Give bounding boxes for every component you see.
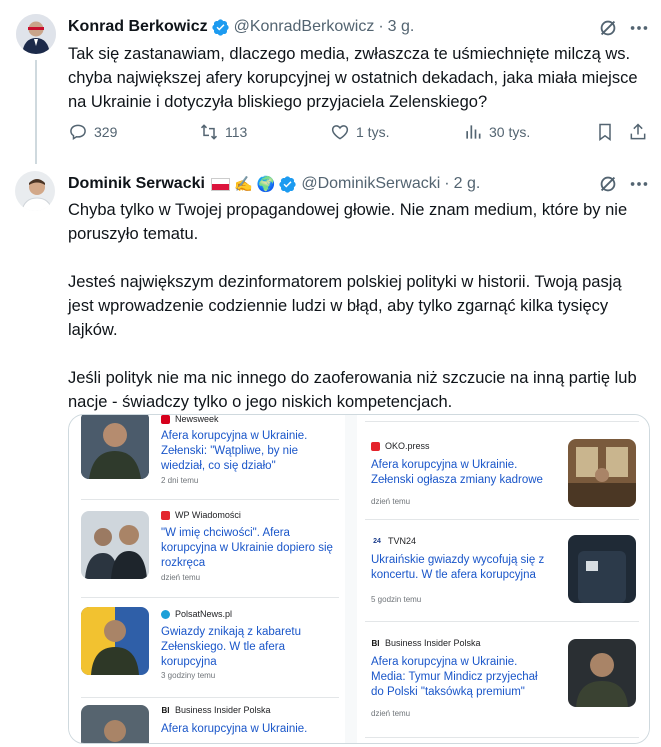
- views-count: 30 tys.: [489, 124, 531, 140]
- divider: [81, 697, 339, 698]
- paragraph: Chyba tylko w Twojej propagandowej głowi…: [68, 201, 628, 243]
- news-card[interactable]: BI Business Insider Polska Afera korupcyj…: [69, 699, 345, 743]
- grok-icon[interactable]: [597, 173, 619, 195]
- news-card[interactable]: BI Business Insider Polska Afera korupcyj…: [357, 623, 649, 733]
- news-age: dzień temu: [371, 497, 411, 506]
- thread-line: [35, 60, 37, 164]
- news-thumbnail: [568, 439, 636, 507]
- views-button[interactable]: 30 tys.: [463, 122, 530, 142]
- news-source: 24 TVN24: [371, 536, 416, 546]
- divider: [365, 519, 639, 520]
- news-thumbnail: [568, 535, 636, 603]
- news-age: dzień temu: [161, 573, 201, 582]
- news-thumbnail: [81, 607, 149, 675]
- source-logo-icon: 24: [373, 537, 381, 545]
- source-logo-icon: [371, 441, 380, 451]
- news-source: PolsatNews.pl: [161, 609, 232, 619]
- source-logo-icon: [161, 609, 170, 619]
- news-headline[interactable]: Afera korupcyjna w Ukrainie. Zełenski: "…: [161, 429, 333, 474]
- author-name[interactable]: Dominik Serwacki: [68, 175, 205, 193]
- tweet-header: Konrad Berkowicz @KonradBerkowicz · 3 g.: [68, 16, 414, 38]
- paragraph: Jeśli polityk nie ma nic innego do zaofe…: [68, 369, 637, 411]
- author-name[interactable]: Konrad Berkowicz: [68, 18, 208, 36]
- heart-icon: [331, 125, 349, 140]
- divider: [81, 597, 339, 598]
- source-logo-icon: BI: [371, 638, 380, 648]
- attached-image[interactable]: Newsweek Afera korupcyjna w Ukrainie. Ze…: [68, 414, 650, 744]
- timestamp[interactable]: 3 g.: [388, 18, 415, 36]
- news-card[interactable]: WP Wiadomości "W imię chciwości". Afera …: [69, 505, 345, 601]
- timestamp[interactable]: 2 g.: [454, 175, 481, 193]
- news-thumbnail: [568, 639, 636, 707]
- separator-dot: ·: [444, 175, 450, 192]
- tweet-text: Tak się zastanawiam, dlaczego media, zwł…: [68, 45, 638, 111]
- author-handle[interactable]: @DominikSerwacki: [301, 175, 440, 193]
- reply-count: 329: [94, 124, 118, 140]
- news-card[interactable]: PolsatNews.pl Gwiazdy znikają z kabaretu…: [69, 601, 345, 697]
- verified-badge-icon: [211, 18, 229, 36]
- news-headline[interactable]: Afera korupcyjna w Ukrainie.: [161, 722, 333, 737]
- source-logo-icon: [161, 510, 170, 520]
- news-column-right: OKO.press Afera korupcyjna w Ukrainie. Z…: [357, 415, 649, 743]
- share-icon: [630, 123, 646, 140]
- news-age: dzień temu: [371, 709, 411, 718]
- author-handle[interactable]: @KonradBerkowicz: [234, 18, 375, 36]
- news-source: OKO.press: [371, 441, 430, 451]
- news-source: Newsweek: [161, 415, 219, 424]
- like-count: 1 tys.: [356, 124, 390, 140]
- poland-flag-icon: [210, 177, 230, 191]
- repost-count: 113: [225, 124, 248, 140]
- avatar[interactable]: [15, 171, 55, 211]
- news-source: BI Business Insider Polska: [161, 705, 271, 715]
- globe-emoji: 🌍: [256, 176, 276, 193]
- news-column-left: Newsweek Afera korupcyjna w Ukrainie. Ze…: [69, 415, 345, 743]
- paragraph: Jesteś największym dezinformatorem polsk…: [68, 273, 622, 339]
- tweet-text: Chyba tylko w Twojej propagandowej głowi…: [68, 198, 648, 414]
- news-headline[interactable]: Gwiazdy znikają z kabaretu Zełenskiego. …: [161, 625, 321, 670]
- divider: [365, 737, 639, 738]
- more-options-icon[interactable]: [628, 173, 650, 195]
- repost-icon: [200, 124, 218, 140]
- divider: [81, 499, 339, 500]
- news-source: BI Business Insider Polska: [371, 638, 481, 648]
- news-thumbnail: [81, 705, 149, 743]
- reply-icon: [70, 124, 86, 141]
- more-options-icon[interactable]: [628, 17, 650, 39]
- source-logo-icon: [161, 415, 170, 424]
- news-headline[interactable]: Ukraińskie gwiazdy wycofują się z koncer…: [371, 553, 551, 583]
- tweet-header: Dominik Serwacki ✍️ 🌍 @DominikSerwacki ·…: [68, 173, 480, 195]
- news-card[interactable]: Newsweek Afera korupcyjna w Ukrainie. Ze…: [69, 415, 345, 501]
- like-button[interactable]: 1 tys.: [330, 122, 389, 142]
- separator-dot: ·: [378, 18, 384, 35]
- news-age: 2 dni temu: [161, 476, 199, 485]
- verified-badge-icon: [279, 175, 296, 193]
- avatar[interactable]: [16, 14, 56, 54]
- bookmark-icon: [599, 123, 611, 141]
- share-button[interactable]: [628, 122, 654, 142]
- action-bar: 329 113 1 tys. 30 tys.: [68, 122, 653, 144]
- divider: [365, 621, 639, 622]
- divider: [365, 421, 639, 422]
- news-card[interactable]: 24 TVN24 Ukraińskie gwiazdy wycofują się …: [357, 521, 649, 617]
- tweet-konrad: Konrad Berkowicz @KonradBerkowicz · 3 g.…: [0, 0, 661, 164]
- views-icon: [466, 125, 481, 139]
- grok-icon[interactable]: [597, 17, 619, 39]
- repost-button[interactable]: 113: [199, 122, 247, 142]
- writing-hand-emoji: ✍️: [233, 176, 253, 193]
- news-headline[interactable]: Afera korupcyjna w Ukrainie. Media: Tymu…: [371, 655, 545, 700]
- news-thumbnail: [81, 415, 149, 479]
- reply-button[interactable]: 329: [68, 122, 117, 142]
- news-headline[interactable]: "W imię chciwości". Afera korupcyjna w U…: [161, 526, 345, 571]
- news-headline[interactable]: Afera korupcyjna w Ukrainie. Zełenski og…: [371, 458, 557, 488]
- news-age: 5 godzin temu: [371, 595, 422, 604]
- bookmark-button[interactable]: [595, 122, 621, 142]
- source-logo-icon: BI: [161, 705, 170, 715]
- news-thumbnail: [81, 511, 149, 579]
- news-source: WP Wiadomości: [161, 510, 241, 520]
- news-card[interactable]: OKO.press Afera korupcyjna w Ukrainie. Z…: [357, 425, 649, 515]
- news-age: 3 godziny temu: [161, 671, 216, 680]
